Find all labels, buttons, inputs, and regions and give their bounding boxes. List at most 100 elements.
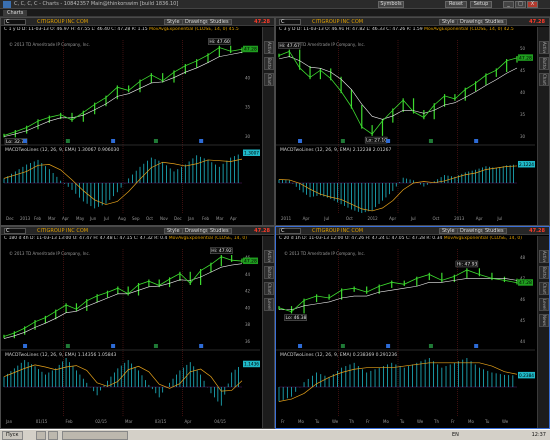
close-button[interactable]: X — [527, 1, 538, 8]
event-marker-icon[interactable] — [111, 344, 116, 348]
quicklaunch-icon[interactable] — [48, 431, 58, 440]
macd-study-label[interactable]: MACDTwoLines (12, 26, 9, EMA) 1.14356 1.… — [5, 352, 117, 358]
chart-canvas[interactable]: © 2013 TD Ameritrade IP Company, Inc.Hi:… — [276, 34, 535, 223]
macd-histogram-bar — [98, 183, 99, 207]
quote-line: C 20 d 1h D: 11-03-13 12:00 O: 47.26 H: … — [276, 236, 537, 243]
taskbar-item-thinkorswim[interactable] — [62, 431, 128, 440]
sidebar-tab[interactable]: Active Trader — [264, 41, 274, 54]
event-marker-icon[interactable] — [428, 139, 433, 143]
chart-panel-3[interactable]: C CITIGROUP INC COM Style Drawings Studies 47… — [0, 226, 275, 429]
event-marker-icon[interactable] — [199, 344, 204, 348]
event-marker-icon[interactable] — [474, 139, 479, 143]
style-button[interactable]: Style — [439, 228, 458, 234]
macd-study-label[interactable]: MACDTwoLines (12, 26, 9, EMA) 0.238369 0… — [280, 352, 397, 358]
sidebar-tab[interactable]: Chart — [539, 282, 549, 295]
symbol-input[interactable]: C — [4, 19, 26, 25]
style-button[interactable]: Style — [439, 19, 458, 25]
sidebar-tab[interactable]: Buttons — [539, 57, 549, 70]
macd-histogram-bar — [307, 378, 309, 387]
chart-canvas[interactable]: © 2013 TD Ameritrade IP Company, Inc.Hi:… — [276, 243, 535, 426]
studies-button[interactable]: Studies — [207, 19, 232, 25]
macd-histogram-bar — [292, 183, 294, 184]
studies-button[interactable]: Studies — [207, 228, 232, 234]
event-marker-icon[interactable] — [298, 139, 303, 143]
language-indicator[interactable]: EN — [452, 432, 459, 438]
macd-histogram-bar — [368, 183, 370, 212]
macd-histogram-bar — [303, 382, 305, 387]
reset-button[interactable]: Reset — [445, 1, 467, 8]
sidebar-tab[interactable]: Buttons — [264, 266, 274, 279]
macd-histogram-bar — [316, 372, 317, 387]
macd-histogram-bar — [237, 154, 239, 183]
event-marker-icon[interactable] — [386, 139, 391, 143]
study-label[interactable]: MovAvgExponential (CLOSE, 14, 0) — [444, 236, 522, 241]
ohlc-readout: C 1 y D D: 11-03-13 O: 46.97 H: 47.55 L:… — [4, 27, 148, 32]
macd-histogram-bar — [499, 167, 501, 183]
macd-histogram-bar — [51, 370, 53, 387]
sidebar-tab[interactable]: Chart — [264, 73, 274, 86]
style-button[interactable]: Style — [164, 228, 183, 234]
symbol-input[interactable]: C — [279, 228, 301, 234]
event-marker-icon[interactable] — [298, 344, 303, 348]
macd-histogram-bar — [45, 166, 46, 183]
symbols-button[interactable]: Symbols — [378, 1, 404, 8]
macd-histogram-bar — [82, 378, 84, 387]
symbol-input[interactable]: C — [4, 228, 26, 234]
event-marker-icon[interactable] — [386, 344, 391, 348]
event-marker-icon[interactable] — [23, 344, 28, 348]
start-button[interactable]: Пуск — [2, 431, 23, 440]
studies-button[interactable]: Studies — [482, 228, 507, 234]
maximize-button[interactable]: □ — [515, 1, 526, 8]
tab-charts[interactable]: Charts — [3, 10, 28, 16]
macd-histogram-bar — [103, 385, 105, 387]
sidebar-tab[interactable]: Active Trader — [264, 250, 274, 263]
event-marker-icon[interactable] — [340, 139, 345, 143]
setup-button[interactable]: Setup — [470, 1, 492, 8]
macd-histogram-bar — [150, 157, 152, 183]
chart-panel-4[interactable]: C CITIGROUP INC COM Style Drawings Studies 47… — [275, 226, 550, 429]
event-marker-icon[interactable] — [65, 344, 70, 348]
sidebar-tab[interactable]: News — [539, 314, 549, 327]
x-tick-label: Mo — [383, 419, 389, 424]
macd-histogram-bar — [351, 183, 352, 210]
sidebar-tab[interactable]: Chart — [264, 282, 274, 295]
study-label[interactable]: MovAvgExponential (CLOSE, 14, 0) — [169, 236, 247, 241]
event-marker-icon[interactable] — [153, 139, 158, 143]
last-price: 47.28 — [529, 228, 545, 234]
event-marker-icon[interactable] — [474, 344, 479, 348]
chart-panel-1[interactable]: C CITIGROUP INC COM Style Drawings Studies 47… — [0, 17, 275, 226]
event-marker-icon[interactable] — [65, 139, 70, 143]
study-label[interactable]: MovAvgExponential (CLOSE, 14, 0) 45.5 — [149, 27, 239, 32]
price-badge-label: 47.28 — [519, 280, 532, 286]
sidebar-tab[interactable]: Active Trader — [539, 250, 549, 263]
macd-histogram-bar — [179, 370, 181, 387]
sidebar-tab[interactable]: Level II — [264, 298, 274, 311]
event-marker-icon[interactable] — [111, 139, 116, 143]
style-button[interactable]: Style — [164, 19, 183, 25]
quicklaunch-icon[interactable] — [36, 431, 46, 440]
macd-histogram-bar — [295, 387, 297, 392]
macd-histogram-bar — [222, 163, 224, 183]
event-marker-icon[interactable] — [153, 344, 158, 348]
chart-canvas[interactable]: © 2013 TD Ameritrade IP Company, Inc.Hi:… — [1, 243, 260, 426]
chart-panel-2[interactable]: C CITIGROUP INC COM Style Drawings Studies 47… — [275, 17, 550, 226]
studies-button[interactable]: Studies — [482, 19, 507, 25]
chart-canvas[interactable]: © 2013 TD Ameritrade IP Company, Inc.Hi:… — [1, 34, 260, 223]
macd-histogram-bar — [504, 374, 505, 387]
event-marker-icon[interactable] — [199, 139, 204, 143]
macd-study-label[interactable]: MACDTwoLines (12, 26, 9, EMA) 2.12238 2.… — [280, 147, 392, 153]
sidebar-tab[interactable]: Buttons — [264, 57, 274, 70]
event-marker-icon[interactable] — [23, 139, 28, 143]
symbol-input[interactable]: C — [279, 19, 301, 25]
minimize-button[interactable]: _ — [503, 1, 514, 8]
event-marker-icon[interactable] — [340, 344, 345, 348]
macd-badge-label: 1.1436 — [244, 362, 259, 368]
sidebar-tab[interactable]: Active Trader — [539, 41, 549, 54]
title-bar: C, C, C, C - Charts - 10842357 Main@thin… — [0, 0, 550, 9]
study-label[interactable]: MovAvgExponential (CLOSE, 14, 0) 42.5 — [424, 27, 514, 32]
sidebar-tab[interactable]: Level II — [539, 298, 549, 311]
sidebar-tab[interactable]: Chart — [539, 73, 549, 86]
macd-study-label[interactable]: MACDTwoLines (12, 26, 9, EMA) 1.30067 0.… — [5, 147, 119, 153]
event-marker-icon[interactable] — [428, 344, 433, 348]
sidebar-tab[interactable]: Buttons — [539, 266, 549, 279]
